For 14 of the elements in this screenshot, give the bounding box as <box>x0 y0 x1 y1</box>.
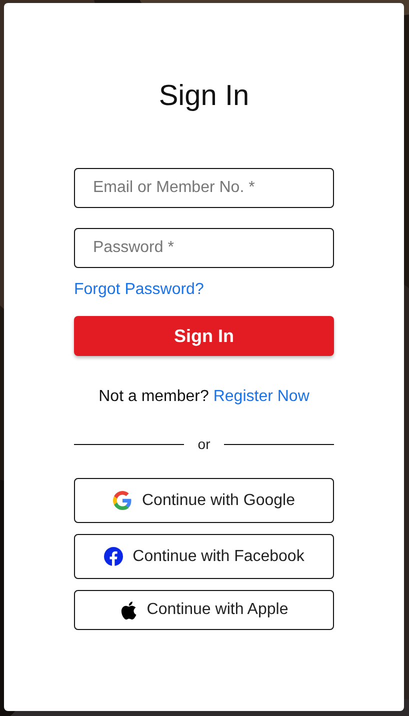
email-field[interactable]: Email or Member No. * <box>74 168 334 208</box>
register-prompt: Not a member? <box>98 388 209 405</box>
facebook-icon <box>104 547 123 566</box>
apple-sign-in-button[interactable]: Continue with Apple <box>74 590 334 630</box>
divider-text: or <box>196 436 212 452</box>
password-field[interactable]: Password * <box>74 228 334 268</box>
sign-in-button[interactable]: Sign In <box>74 316 334 356</box>
facebook-sign-in-button[interactable]: Continue with Facebook <box>74 534 334 579</box>
page-title: Sign In <box>158 79 250 113</box>
forgot-password-link[interactable]: Forgot Password? <box>74 281 204 299</box>
google-sign-in-button[interactable]: Continue with Google <box>74 478 334 523</box>
apple-icon <box>120 600 137 620</box>
register-link[interactable]: Register Now <box>213 388 310 405</box>
google-icon <box>113 491 132 510</box>
